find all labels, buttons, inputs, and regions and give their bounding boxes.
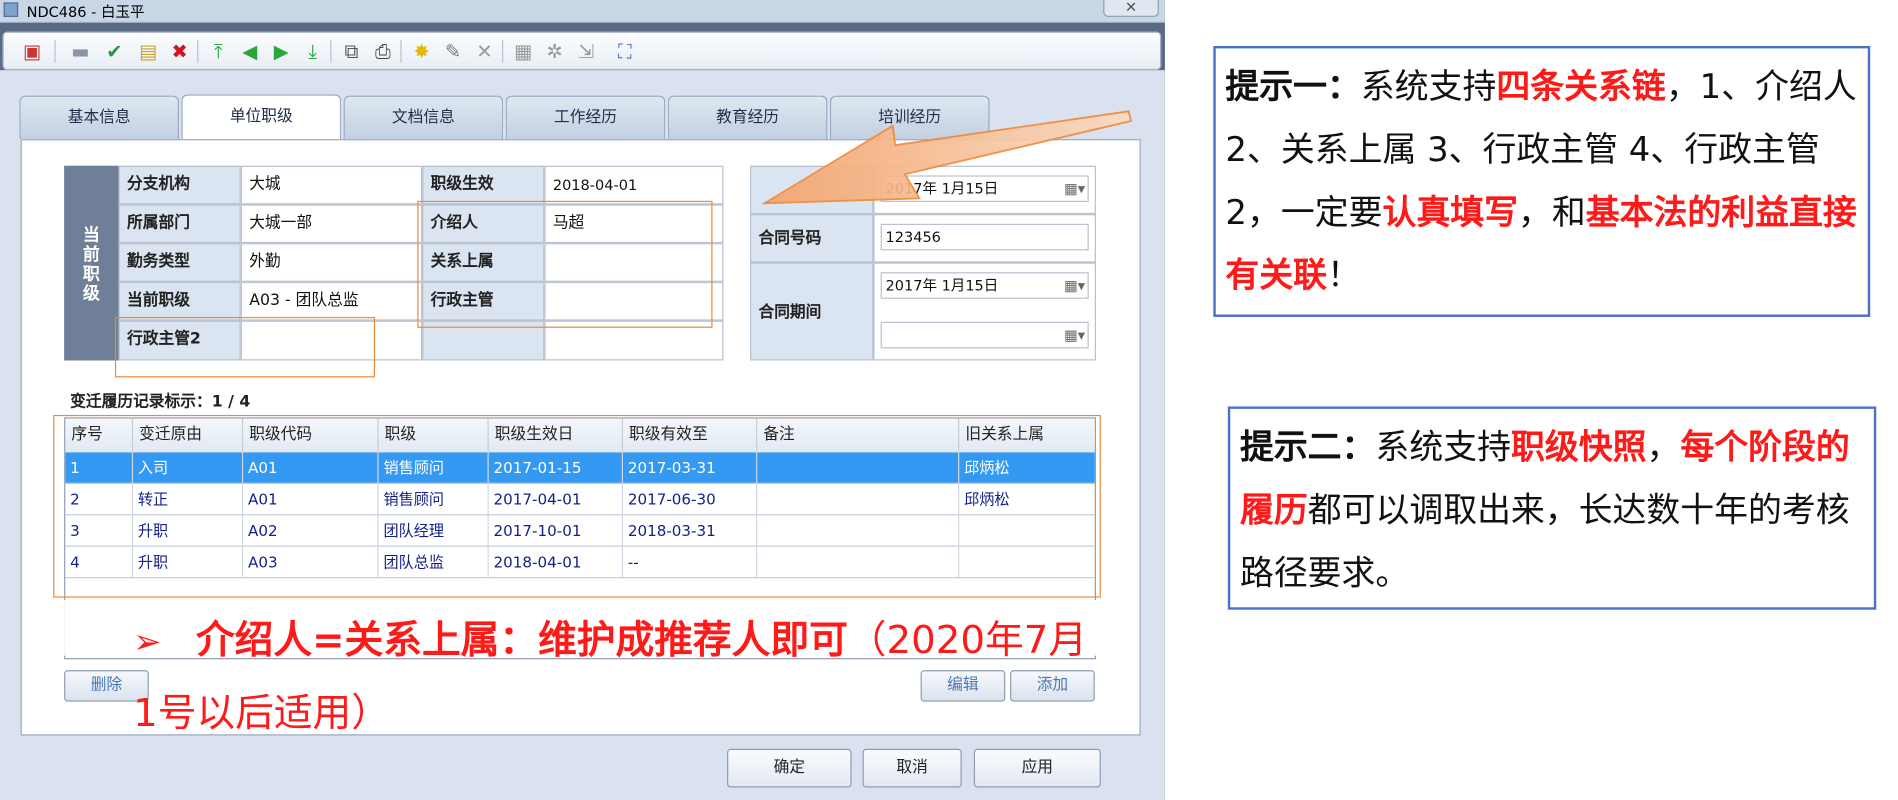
period-end-picker[interactable]: ▦▾: [880, 321, 1089, 349]
copy-icon[interactable]: ⧉: [340, 40, 363, 63]
tip1-text-3: ，和: [1517, 192, 1586, 233]
star-icon[interactable]: ✸: [410, 40, 433, 63]
highlight-box-relations: [417, 200, 713, 328]
confirm-icon[interactable]: ✔: [103, 40, 126, 63]
print-icon[interactable]: ⎙: [371, 40, 394, 63]
window-title: NDC486 - 白玉平: [26, 3, 145, 21]
tip2-highlight-1: 职级快照: [1510, 427, 1647, 467]
card-icon[interactable]: ▤: [137, 40, 160, 63]
close-button[interactable]: ✕: [1103, 0, 1159, 17]
highlight-box-history: [53, 414, 1101, 598]
next-icon[interactable]: ▶: [270, 40, 293, 63]
history-caption: 变迁履历记录标示：1 / 4: [70, 393, 251, 412]
toolbar-separator: [330, 39, 332, 63]
current-rank-label: 当前职级: [118, 281, 241, 321]
tip-box-1: 提示一：系统支持四条关系链，1、介绍人 2、关系上属 3、行政主管 4、行政主管…: [1213, 45, 1871, 317]
side-header-text: 当前职级: [82, 226, 100, 304]
side-header: 当前职级: [64, 165, 119, 361]
branch-field[interactable]: 大城: [240, 165, 423, 205]
save-icon[interactable]: ▬: [69, 40, 92, 63]
toolbar-separator: [197, 39, 199, 63]
note-bold-text: 介绍人=关系上属：维护成推荐人即可: [195, 616, 848, 663]
current-rank-field[interactable]: A03 - 团队总监: [240, 281, 423, 321]
tip1-text-1: 系统支持: [1360, 66, 1497, 107]
export-icon[interactable]: ⇲: [575, 40, 598, 63]
calendar-dropdown-icon[interactable]: ▦▾: [1064, 276, 1085, 295]
rank-effective-field[interactable]: 2018-04-01: [544, 165, 724, 205]
duty-type-field[interactable]: 外勤: [240, 243, 423, 282]
toolbar-separator: [54, 39, 56, 63]
tab-basic-info[interactable]: 基本信息: [19, 95, 180, 140]
tab-unit-rank[interactable]: 单位职级: [181, 94, 342, 141]
app-icon: [3, 2, 19, 17]
duty-type-label: 勤务类型: [118, 243, 241, 282]
calendar-dropdown-icon[interactable]: ▦▾: [1064, 325, 1085, 344]
branch-label: 分支机构: [118, 165, 241, 205]
delete-icon[interactable]: ✖: [168, 40, 191, 63]
tip-box-2: 提示二：系统支持职级快照，每个阶段的履历都可以调取出来，长达数十年的考核路径要求…: [1227, 406, 1877, 610]
prev-icon[interactable]: ◀: [238, 40, 261, 63]
tip1-title: 提示一：: [1225, 66, 1361, 107]
annotation-arrow: [761, 110, 1133, 205]
grid-icon[interactable]: ▦: [512, 40, 535, 63]
title-bar: NDC486 - 白玉平 ✕: [0, 0, 1165, 23]
first-icon[interactable]: ⤒: [207, 40, 230, 63]
period-start-value: 2017年 1月15日: [885, 277, 999, 294]
period-start-picker[interactable]: 2017年 1月15日 ▦▾: [880, 272, 1089, 299]
scene: NDC486 - 白玉平 ✕ ▣ ▬ ✔ ▤ ✖ ⤒ ◀ ▶ ⤓ ⧉ ⎙ ✸ ✎…: [0, 0, 1887, 800]
apply-button[interactable]: 应用: [973, 748, 1101, 788]
tab-work-history[interactable]: 工作经历: [505, 95, 666, 140]
toolbar-separator: [502, 39, 504, 63]
tip1-text-4: ！: [1327, 255, 1361, 296]
cancel-button[interactable]: 取消: [862, 748, 962, 788]
toolbar-separator: [400, 39, 402, 63]
expand-icon[interactable]: ⛶: [613, 40, 636, 63]
toolbar: ▣ ▬ ✔ ▤ ✖ ⤒ ◀ ▶ ⤓ ⧉ ⎙ ✸ ✎ ✕ ▦ ✲ ⇲ ⛶: [2, 31, 1162, 71]
arrow-bullet-icon: ➢: [133, 621, 162, 662]
tip2-text-2: ，: [1646, 427, 1681, 467]
dept-field[interactable]: 大城一部: [240, 204, 423, 244]
rank-effective-label: 职级生效: [422, 165, 545, 205]
highlight-box-admin2: [114, 316, 376, 378]
record-icon[interactable]: ▣: [21, 40, 44, 63]
last-icon[interactable]: ⤓: [301, 40, 324, 63]
tip2-title: 提示二：: [1239, 427, 1376, 467]
dept-label: 所属部门: [118, 204, 241, 244]
gear-icon[interactable]: ✲: [543, 40, 566, 63]
app-window: NDC486 - 白玉平 ✕ ▣ ▬ ✔ ▤ ✖ ⤒ ◀ ▶ ⤓ ⧉ ⎙ ✸ ✎…: [0, 0, 1165, 800]
annotation-note: ➢ 介绍人=关系上属：维护成推荐人即可（2020年7月1号以后适用）: [133, 605, 1101, 748]
tip2-text-3: 都可以调取出来，长达数十年的考核路径要求。: [1239, 489, 1850, 593]
tip1-highlight-2: 认真填写: [1382, 192, 1518, 233]
tip1-highlight-1: 四条关系链: [1496, 66, 1666, 107]
contract-period-label: 合同期间: [750, 262, 874, 361]
cross-icon[interactable]: ✕: [473, 40, 496, 63]
tip2-text-1: 系统支持: [1375, 427, 1511, 467]
tab-documents[interactable]: 文档信息: [343, 95, 504, 140]
wrench-icon[interactable]: ✎: [442, 40, 465, 63]
ok-button[interactable]: 确定: [727, 748, 852, 788]
